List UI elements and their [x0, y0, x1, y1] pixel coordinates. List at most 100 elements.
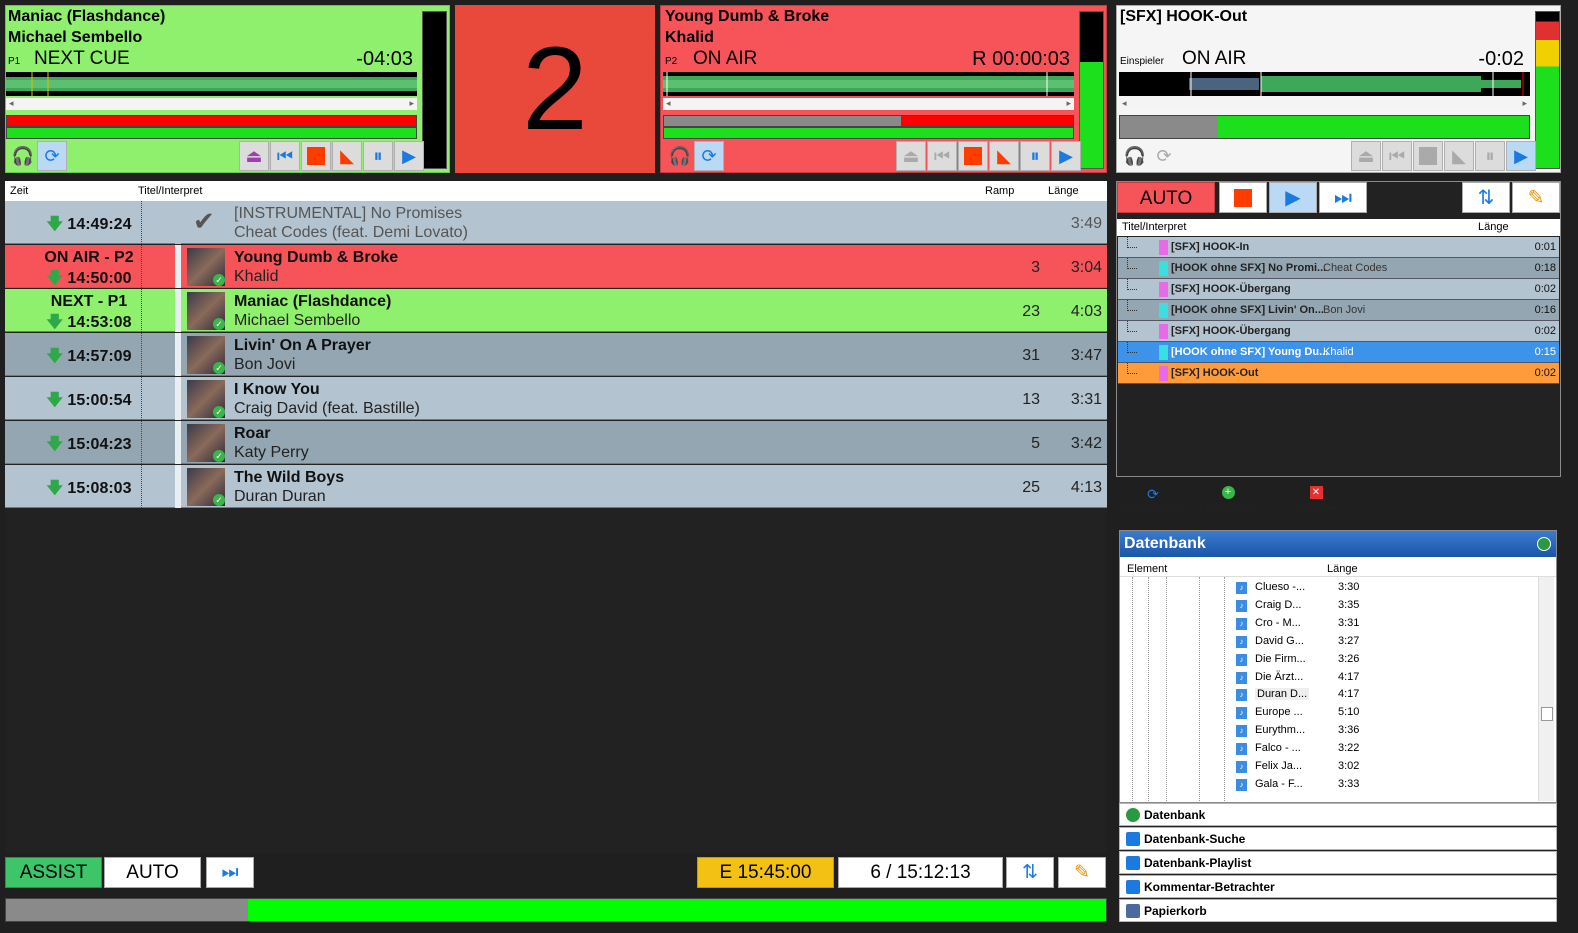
music-note-icon: ♪: [1236, 599, 1247, 612]
database-section[interactable]: Datenbank-Suche: [1119, 827, 1557, 850]
hook-sort-button[interactable]: ⇅: [1462, 182, 1510, 213]
row-ramp: 25: [1022, 479, 1040, 496]
playlist-row[interactable]: 🡇 14:57:09 ✓ Livin' On A Prayer Bon Jovi 31 3…: [5, 333, 1107, 376]
row-ramp: 13: [1022, 391, 1040, 408]
fade-button[interactable]: ◣: [989, 141, 1019, 171]
auto-button[interactable]: AUTO: [104, 857, 201, 888]
play-button[interactable]: ▶: [394, 141, 424, 171]
hook-next-button[interactable]: ⏭: [1319, 182, 1367, 213]
sort-button[interactable]: ⇅: [1006, 857, 1054, 888]
headphones-icon[interactable]: 🎧: [8, 141, 38, 171]
stop-button[interactable]: [958, 141, 988, 171]
database-section[interactable]: Papierkorb: [1119, 899, 1557, 922]
previous-button[interactable]: ⏮: [1382, 141, 1412, 171]
player-2-scrollbar[interactable]: ◂ ▸: [663, 98, 1074, 110]
add-tool[interactable]: + Hinzufügen: [1197, 486, 1259, 514]
playlist-row[interactable]: 🡇 14:49:24 ✔ [INSTRUMENTAL] No Promises Che…: [5, 201, 1107, 244]
player-2-waveform[interactable]: [663, 72, 1074, 96]
database-header: Element Länge: [1120, 560, 1556, 577]
stop-button[interactable]: [1413, 141, 1443, 171]
hook-row[interactable]: [SFX] HOOK-Übergang 0:02: [1118, 279, 1559, 300]
column-ramp[interactable]: Ramp: [985, 185, 1014, 197]
headphones-icon[interactable]: 🎧: [665, 141, 695, 171]
eject-button[interactable]: ⏏: [239, 141, 269, 171]
previous-button[interactable]: ⏮: [270, 141, 300, 171]
player-3-scrollbar[interactable]: ◂ ▸: [1119, 98, 1530, 110]
album-cover: ✓: [187, 468, 225, 506]
database-item[interactable]: ♪ Felix Ja... 3:02: [1236, 758, 1446, 776]
database-item[interactable]: ♪ David G... 3:27: [1236, 633, 1446, 651]
database-item[interactable]: ♪ Die Ärzt... 4:17: [1236, 669, 1446, 687]
hook-auto-button[interactable]: AUTO: [1117, 182, 1215, 213]
play-button[interactable]: ▶: [1051, 141, 1081, 171]
headphones-icon[interactable]: 🎧: [1120, 141, 1150, 171]
database-item[interactable]: ♪ Gala - F... 3:33: [1236, 776, 1446, 794]
loop-icon[interactable]: ⟳: [37, 141, 67, 171]
database-item[interactable]: ♪ Eurythm... 3:36: [1236, 722, 1446, 740]
playlist-row[interactable]: 🡇 15:04:23 ✓ Roar Katy Perry 5 3:42: [5, 421, 1107, 464]
hook-column-title[interactable]: Titel/Interpret: [1122, 221, 1186, 233]
database-column-length[interactable]: Länge: [1327, 563, 1358, 575]
player-1-waveform[interactable]: [6, 72, 417, 96]
player-1-scrollbar[interactable]: ◂ ▸: [6, 98, 417, 110]
scroll-thumb[interactable]: [1541, 707, 1553, 721]
hook-row[interactable]: [HOOK ohne SFX] Livin' On... Bon Jovi 0:16: [1118, 300, 1559, 321]
playlist-row[interactable]: NEXT - P1 🡇 14:53:08 ✓ Maniac (Flashdance) M…: [5, 289, 1107, 332]
hook-title: [HOOK ohne SFX] Livin' On...: [1171, 304, 1324, 316]
playlist-row[interactable]: 🡇 15:00:54 ✓ I Know You Craig David (feat. …: [5, 377, 1107, 420]
database-column-element[interactable]: Element: [1127, 563, 1167, 575]
database-item[interactable]: ♪ Craig D... 3:35: [1236, 597, 1446, 615]
database-item-length: 3:26: [1338, 652, 1360, 665]
tree-line: [1127, 258, 1137, 269]
hook-row[interactable]: [SFX] HOOK-In 0:01: [1118, 237, 1559, 258]
row-time-text: 15:00:54: [67, 392, 132, 409]
hook-play-button[interactable]: ▶: [1269, 182, 1317, 213]
music-note-icon: ♪: [1236, 761, 1247, 773]
column-title[interactable]: Titel/Interpret: [138, 185, 202, 197]
player-1-vu-meter: [422, 11, 447, 169]
hook-stop-button[interactable]: [1219, 182, 1267, 213]
database-item[interactable]: ♪ Die Firm... 3:26: [1236, 651, 1446, 669]
playlist-row[interactable]: ON AIR - P2 🡇 14:50:00 ✓ Young Dumb & Broke…: [5, 245, 1107, 288]
hook-row[interactable]: [HOOK ohne SFX] No Promi... Cheat Codes 0:…: [1118, 258, 1559, 279]
database-section[interactable]: Datenbank-Playlist: [1119, 851, 1557, 874]
playlist-row[interactable]: 🡇 15:08:03 ✓ The Wild Boys Duran Duran 25 4:1…: [5, 465, 1107, 508]
trash-icon: [1126, 904, 1140, 918]
previous-button[interactable]: ⏮: [927, 141, 957, 171]
refresh-tool[interactable]: ⟳ Aktualisieren: [1122, 486, 1185, 514]
eject-button[interactable]: ⏏: [1351, 141, 1381, 171]
skip-next-button[interactable]: ⏭: [206, 857, 254, 888]
loop-icon[interactable]: ⟳: [694, 141, 724, 171]
close-tool[interactable]: ✕ Schließen: [1285, 486, 1347, 514]
database-section[interactable]: Kommentar-Betrachter: [1119, 875, 1557, 898]
edit-button[interactable]: ✎: [1058, 857, 1106, 888]
hook-column-length[interactable]: Länge: [1478, 221, 1509, 233]
database-scrollbar[interactable]: [1538, 577, 1554, 801]
hook-edit-button[interactable]: ✎: [1512, 182, 1560, 213]
eject-button[interactable]: ⏏: [896, 141, 926, 171]
database-section[interactable]: Datenbank: [1119, 803, 1557, 826]
column-length[interactable]: Länge: [1048, 185, 1079, 197]
hook-row[interactable]: [HOOK ohne SFX] Young Du... Khalid 0:15: [1118, 342, 1559, 363]
stop-button[interactable]: [301, 141, 331, 171]
fade-button[interactable]: ◣: [1444, 141, 1474, 171]
database-item[interactable]: ♪ Cro - M... 3:31: [1236, 615, 1446, 633]
pause-button[interactable]: ⏸: [363, 141, 393, 171]
column-time[interactable]: Zeit: [10, 185, 28, 197]
assist-button[interactable]: ASSIST: [5, 857, 102, 888]
hook-row[interactable]: [SFX] HOOK-Übergang 0:02: [1118, 321, 1559, 342]
pause-button[interactable]: ⏸: [1475, 141, 1505, 171]
player-1-progress-green: [6, 127, 417, 139]
hook-row[interactable]: [SFX] HOOK-Out 0:02: [1118, 363, 1559, 384]
database-item[interactable]: ♪ Europe ... 5:10: [1236, 704, 1446, 722]
fade-button[interactable]: ◣: [332, 141, 362, 171]
pause-button[interactable]: ⏸: [1020, 141, 1050, 171]
database-item[interactable]: ♪ Clueso -... 3:30: [1236, 579, 1446, 597]
loop-icon[interactable]: ⟳: [1149, 141, 1179, 171]
player-3-waveform[interactable]: [1119, 72, 1530, 96]
row-title: [INSTRUMENTAL] No Promises: [234, 205, 463, 222]
database-item[interactable]: ♪ Falco - ... 3:22: [1236, 740, 1446, 758]
database-item[interactable]: ♪ Duran D... 4:17: [1236, 686, 1446, 704]
play-button[interactable]: ▶: [1506, 141, 1536, 171]
tree-line: [1127, 279, 1137, 290]
